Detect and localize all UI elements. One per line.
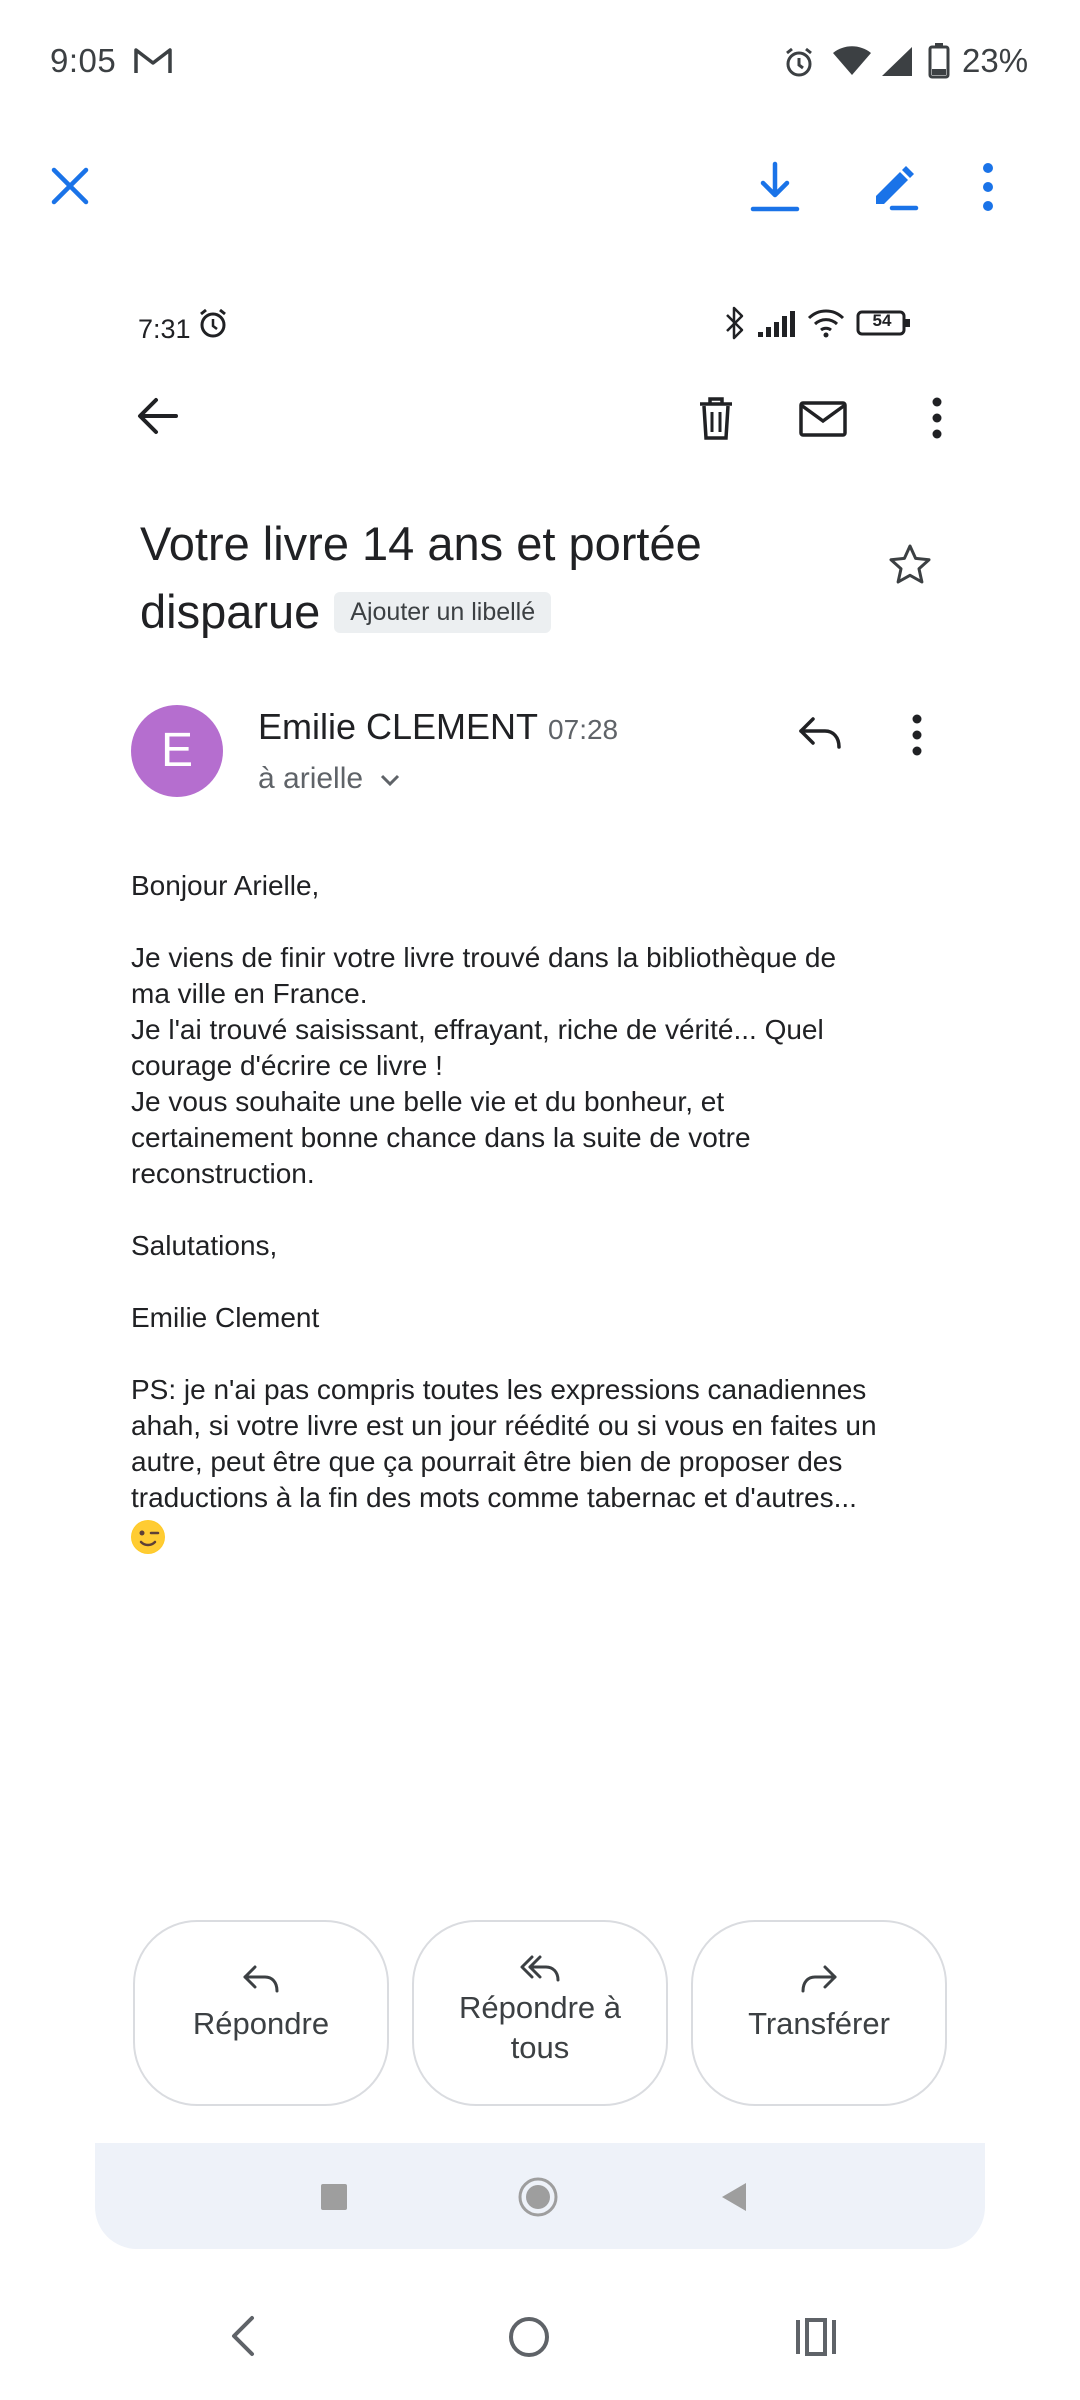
inner-more-icon[interactable] <box>930 396 944 440</box>
reply-all-icon <box>518 1954 562 1982</box>
inner-status-time: 7:31 <box>138 314 191 344</box>
wifi-icon <box>832 46 872 76</box>
delete-icon[interactable] <box>696 396 736 442</box>
subject-line-1: Votre livre 14 ans et portée <box>140 517 702 570</box>
body-line: courage d'écrire ce livre ! <box>131 1050 443 1081</box>
email-body: Bonjour Arielle, Je viens de finir votre… <box>131 868 961 1599</box>
greeting: Bonjour Arielle, <box>131 870 320 901</box>
signal-icon <box>880 45 914 77</box>
forward-button-label: Transférer <box>748 2006 890 2041</box>
ps-line: autre, peut être que ça pourrait être bi… <box>131 1446 843 1477</box>
body-paragraph: Je viens de finir votre livre trouvé dan… <box>131 940 961 1192</box>
email-time: 07:28 <box>548 714 619 745</box>
inner-battery-level: 54 <box>872 311 892 330</box>
closing: Salutations, <box>131 1230 278 1261</box>
subject-line-2: disparue <box>140 585 321 638</box>
winking-face-icon <box>131 1520 165 1554</box>
mark-unread-icon[interactable] <box>798 400 848 438</box>
inner-signal-icon <box>756 310 796 338</box>
body-line: ma ville en France. <box>131 978 368 1009</box>
forward-button[interactable]: Transférer <box>691 1920 947 2106</box>
inner-navigation-bar <box>95 2143 985 2249</box>
body-line: certainement bonne chance dans la suite … <box>131 1122 751 1153</box>
gmail-icon <box>133 46 173 76</box>
forward-icon <box>799 1964 839 1994</box>
inner-recents-icon[interactable] <box>320 2183 348 2211</box>
reply-button-icon <box>241 1964 281 1994</box>
chevron-down-icon <box>379 773 401 787</box>
signature: Emilie Clement <box>131 1302 320 1333</box>
battery-icon <box>928 43 950 79</box>
inner-battery-icon: 54 <box>856 309 912 337</box>
reply-all-label-1: Répondre à <box>458 1990 621 2025</box>
body-line: Je viens de finir votre livre trouvé dan… <box>131 942 837 973</box>
postscript: PS: je n'ai pas compris toutes les expre… <box>131 1372 961 1563</box>
ps-line: traductions à la fin des mots comme tabe… <box>131 1482 857 1513</box>
battery-percent: 23% <box>962 42 1029 79</box>
reply-all-button[interactable]: Répondre à tous <box>412 1920 668 2106</box>
close-icon[interactable] <box>48 164 92 208</box>
status-bar: 9:05 23% <box>0 0 1080 130</box>
recipient-label: à arielle <box>258 762 364 795</box>
download-icon[interactable] <box>750 160 800 214</box>
back-arrow-icon[interactable] <box>136 396 180 436</box>
body-line: reconstruction. <box>131 1158 315 1189</box>
more-icon[interactable] <box>980 162 996 212</box>
alarm-icon <box>782 45 816 79</box>
reply-all-label-2: tous <box>510 2030 570 2065</box>
recipient-row[interactable]: à arielle <box>258 762 401 796</box>
edit-icon[interactable] <box>866 160 920 214</box>
sender-avatar: E <box>131 705 223 797</box>
body-line: Je l'ai trouvé saisissant, effrayant, ri… <box>131 1014 824 1045</box>
inner-alarm-icon <box>196 306 230 340</box>
star-icon[interactable] <box>888 543 932 587</box>
inner-wifi-icon <box>806 306 846 338</box>
bluetooth-icon <box>724 306 746 340</box>
nav-recents-icon[interactable] <box>794 2316 838 2358</box>
sender-row: Emilie CLEMENT 07:28 <box>258 706 618 748</box>
sender-name: Emilie CLEMENT <box>258 706 539 747</box>
sender-more-icon[interactable] <box>910 713 924 757</box>
inner-back-icon[interactable] <box>720 2181 748 2213</box>
add-label-chip[interactable]: Ajouter un libellé <box>334 592 552 634</box>
ps-line: ahah, si votre livre est un jour réédité… <box>131 1410 877 1441</box>
viewer-toolbar <box>0 130 1080 260</box>
body-line: Je vous souhaite une belle vie et du bon… <box>131 1086 725 1117</box>
email-subject: Votre livre 14 ans et portée disparue Ajo… <box>140 510 920 646</box>
nav-home-icon[interactable] <box>508 2316 550 2358</box>
ps-line: PS: je n'ai pas compris toutes les expre… <box>131 1374 867 1405</box>
nav-back-icon[interactable] <box>228 2314 258 2358</box>
reply-button-label: Répondre <box>192 2006 330 2041</box>
navigation-bar <box>0 2276 1080 2400</box>
reply-icon[interactable] <box>797 715 843 751</box>
inner-home-icon[interactable] <box>518 2177 558 2217</box>
reply-button[interactable]: Répondre <box>133 1920 389 2106</box>
status-time: 9:05 <box>50 42 117 79</box>
